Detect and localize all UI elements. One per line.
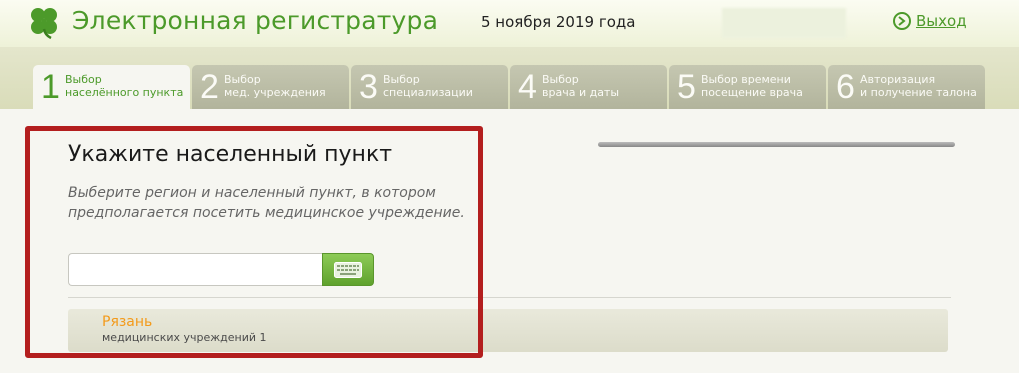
- step-label-line: Выбор: [383, 73, 420, 86]
- step-number: 3: [359, 68, 378, 106]
- step-tab-3[interactable]: 3 Выбор специализации: [351, 65, 508, 109]
- steps-nav: 1 Выбор населённого пункта 2 Выбор мед. учреж…: [0, 47, 1019, 109]
- result-subtitle: медицинских учреждений 1: [102, 331, 267, 344]
- step-label-line: Выбор: [224, 73, 261, 86]
- step-label-line: мед. учреждения: [224, 86, 326, 99]
- result-item[interactable]: Рязань медицинских учреждений 1: [68, 309, 948, 352]
- step-label-line: посещение врача: [701, 86, 803, 99]
- exit-link[interactable]: Выход: [892, 11, 967, 31]
- step-tab-1[interactable]: 1 Выбор населённого пункта: [33, 65, 190, 109]
- step-label: Выбор специализации: [383, 73, 473, 99]
- step-tab-4[interactable]: 4 Выбор врача и даты: [510, 65, 667, 109]
- step-label-line: врача и даты: [542, 86, 620, 99]
- step-tab-5[interactable]: 5 Выбор времени посещение врача: [669, 65, 826, 109]
- current-date: 5 ноября 2019 года: [481, 13, 636, 31]
- user-info-blurred: [722, 8, 846, 38]
- step-label-line: Выбор времени: [701, 73, 791, 86]
- step-label: Выбор населённого пункта: [65, 73, 183, 99]
- result-city[interactable]: Рязань: [102, 314, 152, 330]
- clover-icon: [31, 8, 57, 39]
- hint-line: Выберите регион и населенный пункт, в ко…: [68, 185, 436, 201]
- step-label-line: Выбор: [65, 73, 102, 86]
- app-title: Электронная регистратура: [72, 6, 439, 35]
- step-label-line: и получение талона: [860, 86, 977, 99]
- step-label-line: населённого пункта: [65, 86, 184, 99]
- page-title: Укажите населенный пункт: [68, 142, 393, 167]
- step-tab-2[interactable]: 2 Выбор мед. учреждения: [192, 65, 349, 109]
- hint-text: Выберите регион и населенный пункт, в ко…: [68, 183, 488, 223]
- step-tab-6[interactable]: 6 Авторизация и получение талона: [828, 65, 985, 109]
- settlement-search-input[interactable]: [68, 253, 322, 286]
- exit-icon: [893, 12, 911, 30]
- header: Электронная регистратура 5 ноября 2019 г…: [0, 0, 1019, 47]
- step-number: 4: [518, 68, 537, 106]
- exit-label[interactable]: Выход: [916, 12, 967, 30]
- step-label-line: Выбор: [542, 73, 579, 86]
- step-label: Выбор мед. учреждения: [224, 73, 326, 99]
- step-number: 2: [200, 68, 219, 106]
- step-number: 6: [836, 68, 855, 106]
- step-label: Выбор врача и даты: [542, 73, 619, 99]
- step-number: 5: [677, 68, 696, 106]
- step-number: 1: [41, 68, 60, 106]
- step-label-line: Авторизация: [860, 73, 936, 86]
- scroll-bar[interactable]: [598, 142, 955, 147]
- hint-line: предполагается посетить медицинское учре…: [68, 205, 465, 221]
- step-label-line: специализации: [383, 86, 473, 99]
- step-label: Выбор времени посещение врача: [701, 73, 803, 99]
- keyboard-icon: [334, 262, 362, 278]
- divider: [68, 297, 951, 298]
- virtual-keyboard-button[interactable]: [322, 253, 374, 286]
- step-label: Авторизация и получение талона: [860, 73, 977, 99]
